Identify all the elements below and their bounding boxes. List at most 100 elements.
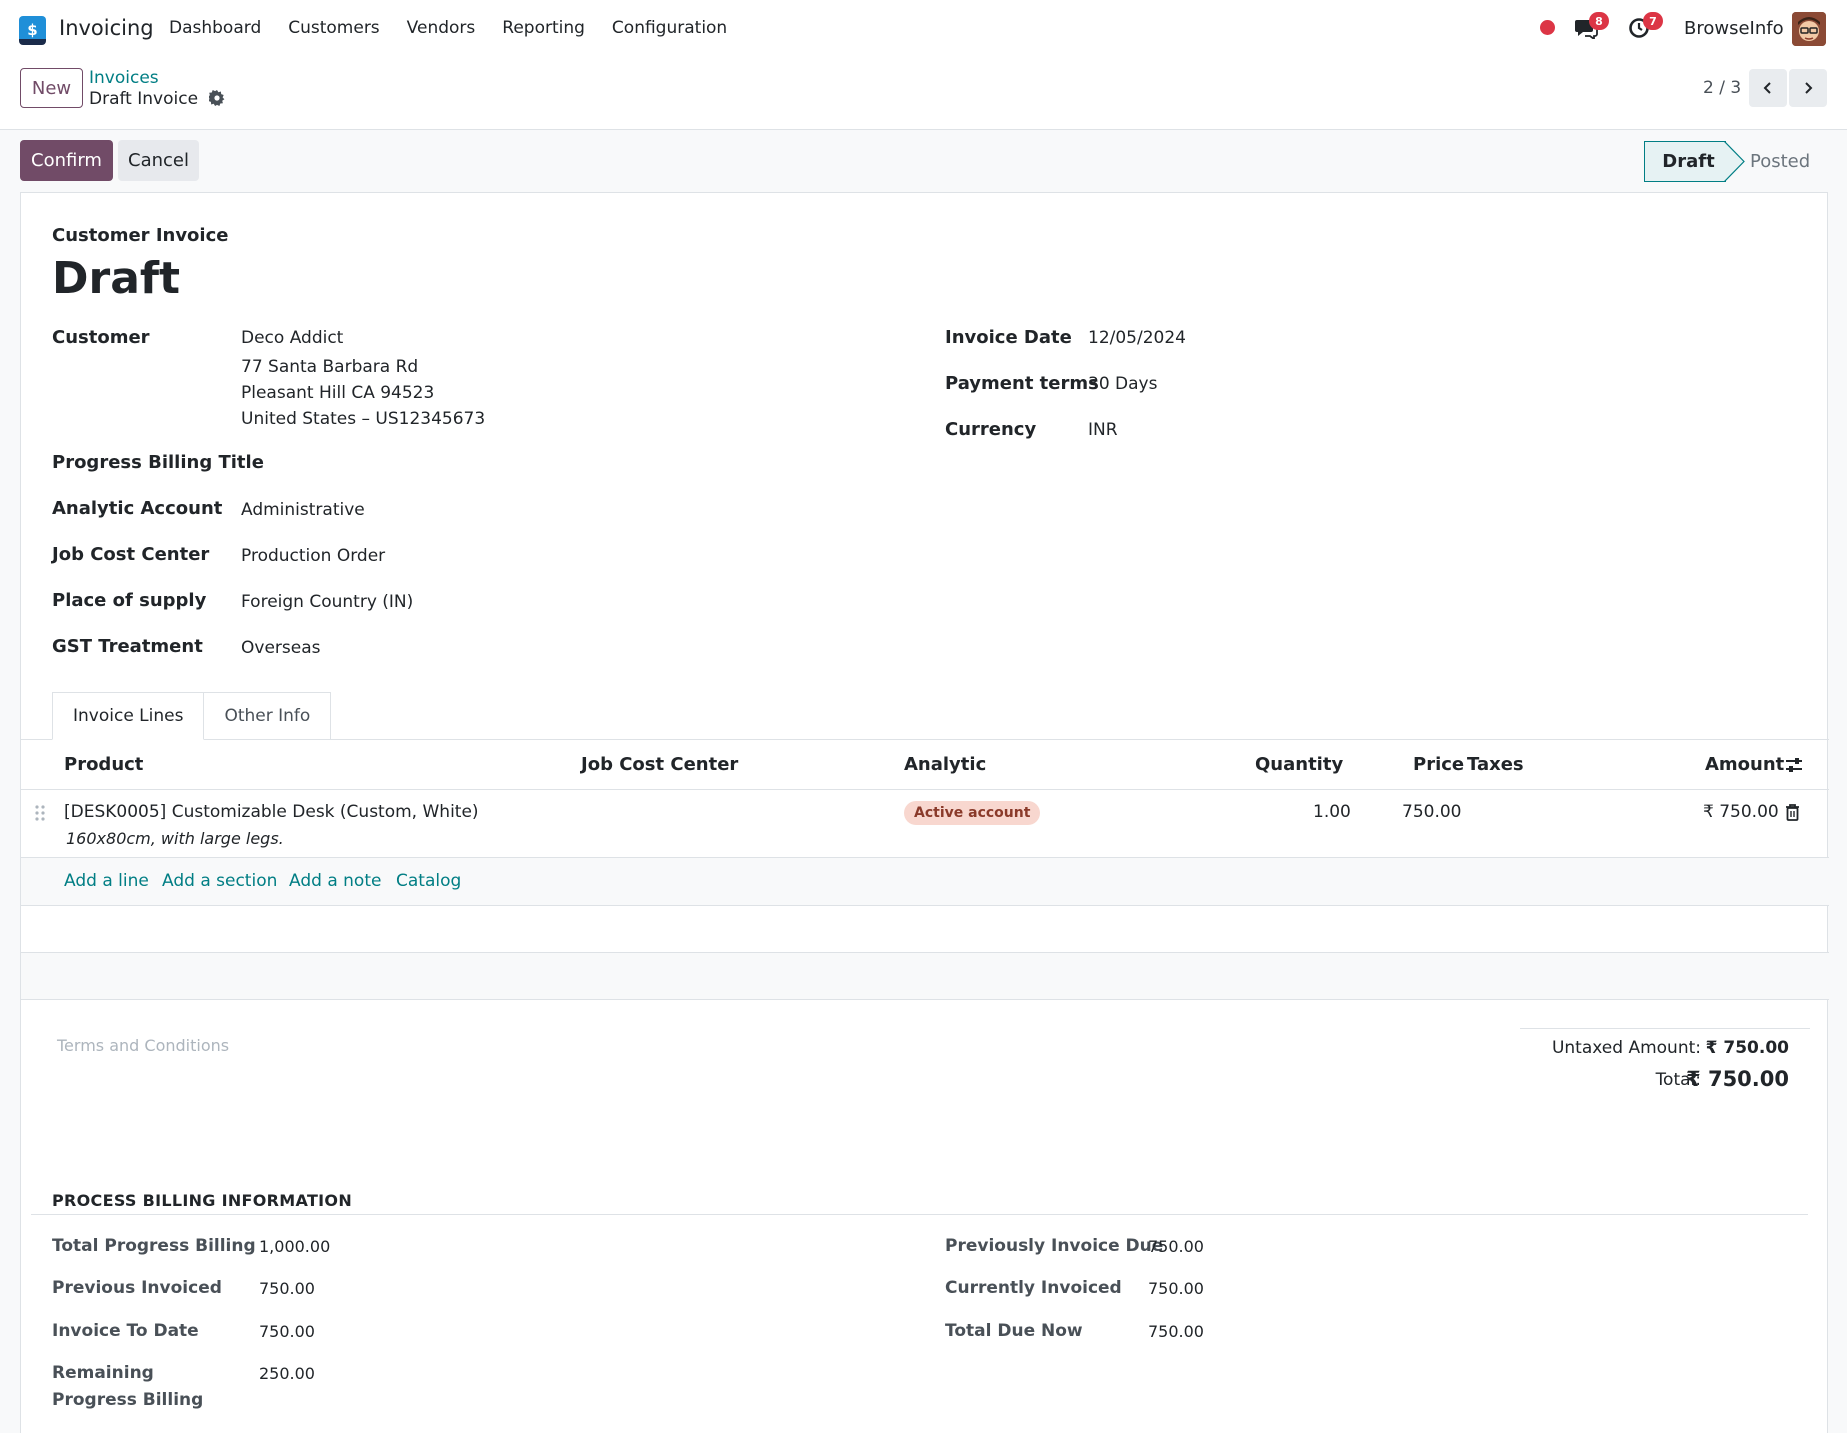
new-button[interactable]: New — [20, 68, 83, 108]
empty-row — [21, 906, 1829, 953]
customer-address-line1: 77 Santa Barbara Rd — [241, 357, 419, 377]
column-quantity[interactable]: Quantity — [1255, 754, 1343, 775]
total-progress-billing-value: 1,000.00 — [259, 1237, 331, 1256]
main-menu: Dashboard Customers Vendors Reporting Co… — [169, 18, 754, 38]
user-avatar[interactable] — [1792, 12, 1826, 46]
menu-vendors[interactable]: Vendors — [407, 18, 476, 38]
notebook-tabs: Invoice Lines Other Info — [52, 692, 332, 740]
invoice-to-date-value: 750.00 — [259, 1322, 315, 1341]
customer-field[interactable]: Deco Addict 77 Santa Barbara Rd Pleasant… — [241, 325, 485, 432]
previously-invoice-due-label: Previously Invoice Due — [945, 1236, 1164, 1256]
progress-billing-title-label: Progress Billing Title — [52, 452, 264, 473]
previously-invoice-due-value: 750.00 — [1148, 1237, 1204, 1256]
analytic-account-label: Analytic Account — [52, 498, 223, 519]
invoicing-app-icon[interactable]: $ — [19, 16, 46, 45]
invoice-date-label: Invoice Date — [945, 327, 1072, 348]
currently-invoiced-value: 750.00 — [1148, 1279, 1204, 1298]
section-divider — [31, 1214, 1808, 1215]
customer-address-line2: Pleasant Hill CA 94523 — [241, 383, 435, 403]
table-row[interactable]: [DESK0005] Customizable Desk (Custom, Wh… — [21, 790, 1829, 858]
line-product[interactable]: [DESK0005] Customizable Desk (Custom, Wh… — [64, 802, 479, 822]
job-cost-center-label: Job Cost Center — [52, 544, 210, 565]
menu-dashboard[interactable]: Dashboard — [169, 18, 261, 38]
tab-invoice-lines[interactable]: Invoice Lines — [52, 692, 205, 740]
line-quantity[interactable]: 1.00 — [1313, 802, 1351, 822]
add-section-link[interactable]: Add a section — [162, 871, 277, 891]
customer-name: Deco Addict — [241, 328, 344, 348]
form-sheet: Customer Invoice Draft Customer Deco Add… — [20, 192, 1829, 1433]
pager-previous-button[interactable] — [1749, 69, 1787, 107]
top-navbar: $ Invoicing Dashboard Customers Vendors … — [0, 0, 1847, 58]
total-progress-billing-label: Total Progress Billing — [52, 1236, 256, 1256]
previous-invoiced-label: Previous Invoiced — [52, 1278, 222, 1298]
app-logo-glyph: $ — [27, 20, 38, 39]
menu-configuration[interactable]: Configuration — [612, 18, 727, 38]
place-of-supply-label: Place of supply — [52, 590, 207, 611]
gst-treatment-field[interactable]: Overseas — [241, 635, 320, 661]
menu-reporting[interactable]: Reporting — [502, 18, 585, 38]
pager-next-button[interactable] — [1789, 69, 1827, 107]
line-amount: ₹ 750.00 — [1703, 802, 1779, 822]
column-amount[interactable]: Amount — [1705, 754, 1784, 775]
analytic-account-field[interactable]: Administrative — [241, 497, 365, 523]
column-job-cost-center[interactable]: Job Cost Center — [581, 754, 738, 775]
line-description[interactable]: 160x80cm, with large legs. — [66, 829, 284, 848]
trash-icon[interactable] — [1785, 803, 1800, 821]
stage-posted[interactable]: Posted — [1746, 141, 1846, 182]
chevron-left-icon — [1763, 82, 1771, 94]
total-due-now-label: Total Due Now — [945, 1321, 1083, 1341]
add-line-link[interactable]: Add a line — [64, 871, 149, 891]
remaining-progress-billing-value: 250.00 — [259, 1364, 315, 1383]
remaining-progress-billing-label: Remaining Progress Billing — [52, 1363, 204, 1410]
messages-badge: 8 — [1589, 12, 1609, 30]
job-cost-center-field[interactable]: Production Order — [241, 543, 385, 569]
invoice-lines-header: Product Job Cost Center Analytic Quantit… — [21, 740, 1829, 790]
avatar-face-icon — [1792, 12, 1826, 46]
stage-draft[interactable]: Draft — [1644, 141, 1726, 182]
drag-handle-icon[interactable] — [35, 804, 45, 822]
page-title: Draft — [52, 253, 181, 304]
breadcrumb-current: Draft Invoice — [89, 89, 225, 109]
payment-terms-field[interactable]: 30 Days — [1088, 371, 1157, 397]
recording-indicator-icon[interactable] — [1540, 20, 1555, 35]
breadcrumb-invoices[interactable]: Invoices — [89, 68, 159, 88]
optional-columns-icon[interactable] — [1785, 756, 1803, 774]
line-price[interactable]: 750.00 — [1402, 802, 1461, 822]
gst-treatment-label: GST Treatment — [52, 636, 203, 657]
progress-billing-title-field[interactable] — [241, 449, 741, 477]
place-of-supply-field[interactable]: Foreign Country (IN) — [241, 589, 413, 615]
invoice-to-date-label: Invoice To Date — [52, 1321, 199, 1341]
stage-arrow-icon — [1724, 141, 1745, 182]
terms-conditions-field[interactable]: Terms and Conditions — [57, 1036, 229, 1055]
cancel-button[interactable]: Cancel — [118, 140, 199, 181]
payment-terms-label: Payment terms — [945, 373, 1099, 394]
previous-invoiced-value: 750.00 — [259, 1279, 315, 1298]
total-due-now-value: 750.00 — [1148, 1322, 1204, 1341]
currency-label: Currency — [945, 419, 1037, 440]
customer-label: Customer — [52, 327, 150, 348]
user-menu-name[interactable]: BrowseInfo — [1684, 18, 1784, 39]
column-taxes[interactable]: Taxes — [1467, 754, 1524, 775]
empty-row — [21, 953, 1829, 1000]
gear-icon[interactable] — [209, 90, 225, 106]
pager-value[interactable]: 2 / 3 — [1703, 78, 1741, 98]
catalog-link[interactable]: Catalog — [396, 871, 461, 891]
activities-badge: 7 — [1643, 12, 1663, 30]
app-name[interactable]: Invoicing — [59, 16, 154, 40]
column-product[interactable]: Product — [64, 754, 143, 775]
analytic-tag[interactable]: Active account — [904, 801, 1041, 825]
document-type: Customer Invoice — [52, 225, 229, 246]
confirm-button[interactable]: Confirm — [20, 140, 113, 181]
totals-divider — [1520, 1028, 1810, 1029]
total-value: ₹ 750.00 — [1686, 1067, 1789, 1091]
currency-field[interactable]: INR — [1088, 417, 1118, 443]
add-note-link[interactable]: Add a note — [289, 871, 381, 891]
column-price[interactable]: Price — [1413, 754, 1464, 775]
add-line-row: Add a line Add a section Add a note Cata… — [21, 858, 1829, 906]
breadcrumb-current-label: Draft Invoice — [89, 89, 199, 109]
column-analytic[interactable]: Analytic — [904, 754, 986, 775]
tab-other-info[interactable]: Other Info — [203, 692, 332, 740]
invoice-date-field[interactable]: 12/05/2024 — [1088, 325, 1186, 351]
menu-customers[interactable]: Customers — [288, 18, 379, 38]
chevron-right-icon — [1805, 82, 1813, 94]
